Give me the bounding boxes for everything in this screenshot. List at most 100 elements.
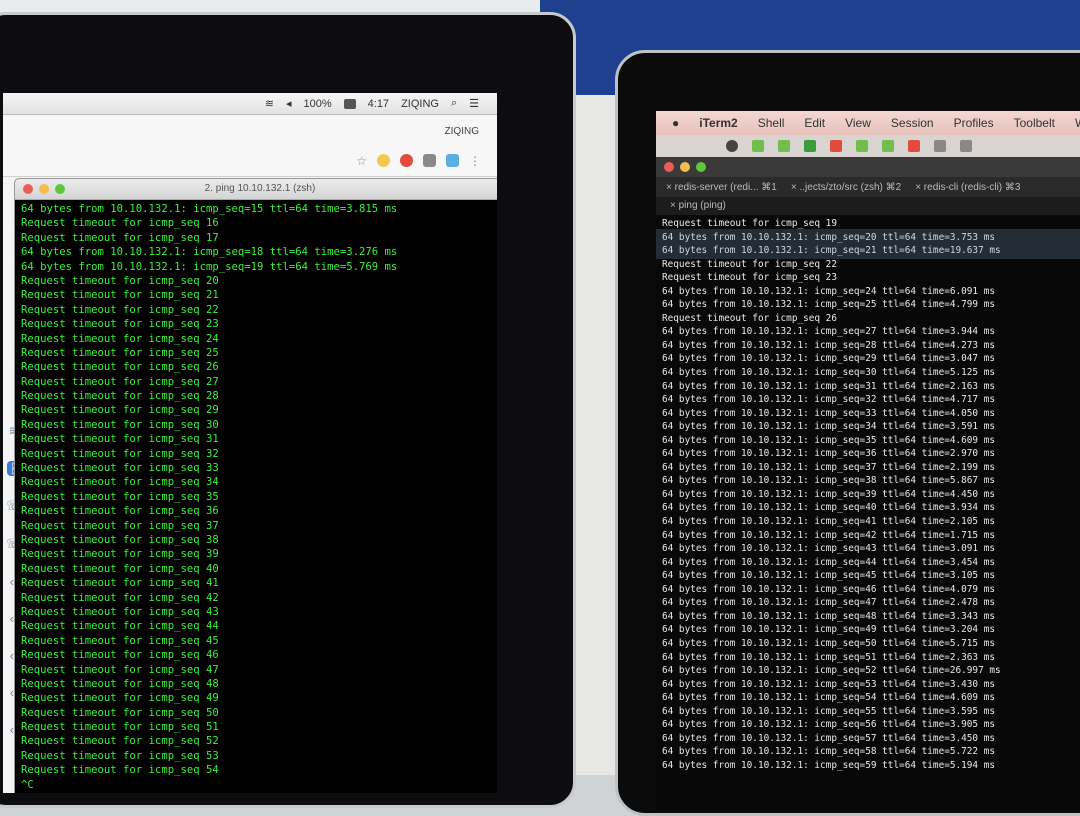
terminal-line: 64 bytes from 10.10.132.1: icmp_seq=34 t… bbox=[662, 421, 996, 433]
terminal-line: Request timeout for icmp_seq 36 bbox=[21, 505, 219, 518]
screen-glare bbox=[656, 229, 1080, 259]
iterm-session-tab[interactable]: × ping (ping) bbox=[656, 197, 1080, 215]
menu-icon[interactable]: ⋮ bbox=[469, 154, 481, 168]
terminal-line: 64 bytes from 10.10.132.1: icmp_seq=27 t… bbox=[662, 326, 996, 338]
wifi-icon[interactable]: ≋ bbox=[265, 97, 274, 110]
bookmark-icon[interactable] bbox=[856, 140, 868, 152]
terminal-line: 64 bytes from 10.10.132.1: icmp_seq=46 t… bbox=[662, 583, 996, 595]
terminal-line: 64 bytes from 10.10.132.1: icmp_seq=54 t… bbox=[662, 692, 996, 704]
terminal-line: 64 bytes from 10.10.132.1: icmp_seq=50 t… bbox=[662, 637, 996, 649]
session-tab-label: ping (ping) bbox=[678, 200, 726, 211]
minimize-button[interactable] bbox=[680, 162, 690, 172]
menu-item[interactable]: Session bbox=[891, 116, 934, 130]
terminal-line: Request timeout for icmp_seq 33 bbox=[21, 462, 219, 475]
browser-extension-icons: ☆ ⋮ bbox=[356, 154, 481, 168]
terminal-line: 64 bytes from 10.10.132.1: icmp_seq=58 t… bbox=[662, 746, 996, 758]
extension-icon-4[interactable] bbox=[446, 154, 459, 167]
terminal-line: 64 bytes from 10.10.132.1: icmp_seq=47 t… bbox=[662, 597, 996, 609]
minimize-button[interactable] bbox=[39, 184, 49, 194]
iterm-tab-bar: × redis-server (redi... ⌘1 × ..jects/zto/… bbox=[656, 177, 1080, 197]
terminal-line: 64 bytes from 10.10.132.1: icmp_seq=48 t… bbox=[662, 610, 996, 622]
extension-icon-2[interactable] bbox=[400, 154, 413, 167]
terminal-line: 64 bytes from 10.10.132.1: icmp_seq=37 t… bbox=[662, 461, 996, 473]
zoom-button[interactable] bbox=[55, 184, 65, 194]
terminal-line: 64 bytes from 10.10.132.1: icmp_seq=36 t… bbox=[662, 448, 996, 460]
iterm-menubar: ● iTerm2 Shell Edit View Session Profiles Tool… bbox=[656, 111, 1080, 135]
iterm-title-bar[interactable] bbox=[656, 157, 1080, 177]
terminal-line: ^C bbox=[21, 778, 34, 791]
terminal-line: 64 bytes from 10.10.132.1: icmp_seq=15 t… bbox=[21, 203, 398, 215]
left-laptop: ≋ ◂ 100% 4:17 ZIQING ⌕ ☰ ZIQING ☆ ⋮ ≋ ᛒ … bbox=[0, 12, 576, 808]
terminal-line: Request timeout for icmp_seq 35 bbox=[21, 490, 219, 503]
browser-profile-name[interactable]: ZIQING bbox=[445, 126, 479, 137]
bookmark-icon[interactable] bbox=[960, 140, 972, 152]
terminal-line: 64 bytes from 10.10.132.1: icmp_seq=55 t… bbox=[662, 705, 996, 717]
menu-item[interactable]: iTerm2 bbox=[699, 116, 737, 130]
terminal-line: 64 bytes from 10.10.132.1: icmp_seq=45 t… bbox=[662, 570, 996, 582]
bookmark-icon[interactable] bbox=[882, 140, 894, 152]
close-button[interactable] bbox=[664, 162, 674, 172]
bookmark-icon[interactable] bbox=[908, 140, 920, 152]
clock[interactable]: 4:17 bbox=[368, 98, 389, 110]
terminal-output[interactable]: 64 bytes from 10.10.132.1: icmp_seq=15 t… bbox=[15, 200, 497, 792]
terminal-window[interactable]: 2. ping 10.10.132.1 (zsh) 64 bytes from … bbox=[15, 179, 497, 793]
iterm-tab[interactable]: × ..jects/zto/src (zsh) ⌘2 bbox=[791, 182, 901, 193]
terminal-line: Request timeout for icmp_seq 21 bbox=[21, 289, 219, 302]
notification-center-icon[interactable]: ☰ bbox=[469, 97, 479, 110]
terminal-line: 64 bytes from 10.10.132.1: icmp_seq=57 t… bbox=[662, 732, 996, 744]
terminal-line: 64 bytes from 10.10.132.1: icmp_seq=49 t… bbox=[662, 624, 996, 636]
bookmark-icon[interactable] bbox=[804, 140, 816, 152]
terminal-line: Request timeout for icmp_seq 30 bbox=[21, 418, 219, 431]
zoom-button[interactable] bbox=[696, 162, 706, 172]
terminal-line: Request timeout for icmp_seq 22 bbox=[662, 258, 837, 270]
menubar-user[interactable]: ZIQING bbox=[401, 98, 439, 110]
terminal-line: Request timeout for icmp_seq 39 bbox=[21, 548, 219, 561]
apple-icon[interactable]: ● bbox=[672, 116, 679, 130]
bookmark-icon[interactable] bbox=[752, 140, 764, 152]
close-icon[interactable]: × bbox=[670, 200, 679, 211]
menu-item[interactable]: Windo bbox=[1075, 116, 1080, 130]
terminal-line: 64 bytes from 10.10.132.1: icmp_seq=51 t… bbox=[662, 651, 996, 663]
extension-icon-1[interactable] bbox=[377, 154, 390, 167]
terminal-line: Request timeout for icmp_seq 26 bbox=[662, 312, 837, 324]
iterm-output[interactable]: Request timeout for icmp_seq 19 64 bytes … bbox=[656, 215, 1080, 772]
terminal-line: 64 bytes from 10.10.132.1: icmp_seq=53 t… bbox=[662, 678, 996, 690]
battery-icon[interactable] bbox=[343, 98, 356, 109]
terminal-line: 64 bytes from 10.10.132.1: icmp_seq=18 t… bbox=[21, 246, 398, 259]
right-screen: ● iTerm2 Shell Edit View Session Profiles Tool… bbox=[656, 111, 1080, 811]
terminal-title: 2. ping 10.10.132.1 (zsh) bbox=[204, 183, 316, 194]
terminal-line: 64 bytes from 10.10.132.1: icmp_seq=59 t… bbox=[662, 759, 996, 771]
terminal-line: Request timeout for icmp_seq 22 bbox=[21, 303, 219, 316]
terminal-line: Request timeout for icmp_seq 20 bbox=[21, 274, 219, 287]
close-button[interactable] bbox=[23, 184, 33, 194]
bookmark-icon[interactable] bbox=[726, 140, 738, 152]
extension-icon-3[interactable] bbox=[423, 154, 436, 167]
menu-item[interactable]: Profiles bbox=[954, 116, 994, 130]
terminal-line: Request timeout for icmp_seq 46 bbox=[21, 649, 219, 662]
star-icon[interactable]: ☆ bbox=[356, 154, 367, 168]
menu-item[interactable]: Shell bbox=[758, 116, 785, 130]
terminal-line: Request timeout for icmp_seq 37 bbox=[21, 519, 219, 532]
terminal-line: Request timeout for icmp_seq 47 bbox=[21, 663, 219, 676]
menu-item[interactable]: Toolbelt bbox=[1014, 116, 1055, 130]
terminal-line: Request timeout for icmp_seq 49 bbox=[21, 692, 219, 705]
terminal-line: Request timeout for icmp_seq 45 bbox=[21, 634, 219, 647]
iterm-tab[interactable]: × redis-cli (redis-cli) ⌘3 bbox=[915, 182, 1020, 193]
battery-percent[interactable]: 100% bbox=[304, 98, 332, 110]
terminal-line: 64 bytes from 10.10.132.1: icmp_seq=38 t… bbox=[662, 475, 996, 487]
terminal-line: Request timeout for icmp_seq 32 bbox=[21, 447, 219, 460]
menu-item[interactable]: Edit bbox=[804, 116, 825, 130]
bookmark-icon[interactable] bbox=[830, 140, 842, 152]
terminal-line: Request timeout for icmp_seq 43 bbox=[21, 605, 219, 618]
bookmark-icon[interactable] bbox=[778, 140, 790, 152]
spotlight-icon[interactable]: ⌕ bbox=[451, 97, 457, 110]
iterm-tab[interactable]: × redis-server (redi... ⌘1 bbox=[666, 182, 777, 193]
bookmark-icon[interactable] bbox=[934, 140, 946, 152]
terminal-line: Request timeout for icmp_seq 50 bbox=[21, 706, 219, 719]
terminal-line: 64 bytes from 10.10.132.1: icmp_seq=29 t… bbox=[662, 353, 996, 365]
terminal-line: Request timeout for icmp_seq 23 bbox=[21, 318, 219, 331]
terminal-title-bar[interactable]: 2. ping 10.10.132.1 (zsh) bbox=[15, 179, 497, 200]
volume-icon[interactable]: ◂ bbox=[286, 97, 292, 110]
menu-item[interactable]: View bbox=[845, 116, 871, 130]
terminal-line: 64 bytes from 10.10.132.1: icmp_seq=52 t… bbox=[662, 665, 1001, 677]
